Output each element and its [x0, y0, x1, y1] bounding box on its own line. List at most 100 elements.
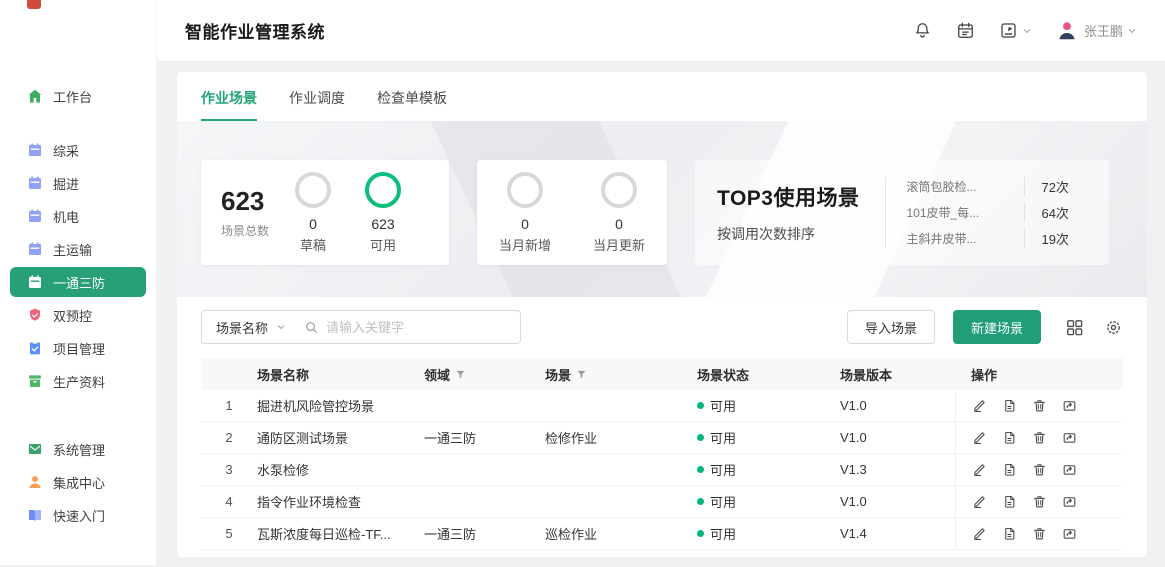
scene-status: 可用: [697, 428, 840, 447]
total-scenes-value: 623: [221, 186, 269, 217]
filter-funnel-icon[interactable]: [576, 369, 587, 380]
calendar-icon: [27, 142, 43, 158]
scene-name: 瓦斯浓度每日巡检-TF...: [257, 524, 424, 543]
status-dot: [697, 498, 704, 505]
edit-icon[interactable]: [972, 526, 987, 541]
mail-icon: [27, 441, 43, 457]
col-header-domain: 领域: [424, 365, 545, 384]
col-header-name: 场景名称: [257, 365, 424, 384]
top3-item-count: 19次: [1024, 229, 1076, 248]
scene-status: 可用: [697, 460, 840, 479]
tab-job-scheduling[interactable]: 作业调度: [289, 88, 345, 121]
notification-bell-icon[interactable]: [913, 21, 932, 40]
scene-type: 检修作业: [545, 428, 697, 447]
share-icon[interactable]: [1062, 462, 1077, 477]
search-bar: 场景名称: [201, 310, 521, 344]
calendar-icon: [27, 208, 43, 224]
main-area: 智能作业管理系统 张王鹏 作业场景 作业调: [157, 0, 1165, 565]
scene-version: V1.4: [840, 526, 955, 541]
sidebar-item-label: 工作台: [53, 87, 92, 106]
copy-icon[interactable]: [1002, 398, 1017, 413]
sidebar-item-label: 项目管理: [53, 339, 105, 358]
copy-icon[interactable]: [1002, 430, 1017, 445]
table-row[interactable]: 1 掘进机风险管控场景 可用 V1.0: [201, 390, 1123, 422]
sidebar: 工作台 综采 掘进 机电 主运输 一通三防 双预控 项目管理: [0, 0, 157, 565]
stat-draft: 0 草稿: [295, 172, 331, 254]
scene-table: 场景名称 领域 场景 场景状态 场景版本 操作: [201, 358, 1123, 550]
sidebar-item-production-data[interactable]: 生产资料: [10, 366, 146, 396]
copy-icon[interactable]: [1002, 494, 1017, 509]
sidebar-item-jidian[interactable]: 机电: [10, 201, 146, 231]
search-input[interactable]: [326, 320, 520, 335]
table-header-row: 场景名称 领域 场景 场景状态 场景版本 操作: [201, 358, 1123, 390]
table-row[interactable]: 4 指令作业环境检查 可用 V1.0: [201, 486, 1123, 518]
stat-card-totals: 623 场景总数 0 草稿 623: [201, 160, 449, 265]
copy-icon[interactable]: [1002, 462, 1017, 477]
search-field-select[interactable]: 场景名称: [202, 318, 296, 337]
edit-icon[interactable]: [972, 462, 987, 477]
filter-funnel-icon[interactable]: [455, 369, 466, 380]
manual-menu[interactable]: [999, 21, 1032, 40]
delete-icon[interactable]: [1032, 526, 1047, 541]
sidebar-item-shuangyukong[interactable]: 双预控: [10, 300, 146, 330]
sidebar-item-label: 集成中心: [53, 473, 105, 492]
sidebar-item-integration-center[interactable]: 集成中心: [10, 467, 146, 497]
table-row[interactable]: 3 水泵检修 可用 V1.3: [201, 454, 1123, 486]
sidebar-item-label: 一通三防: [53, 273, 105, 292]
copy-icon[interactable]: [1002, 526, 1017, 541]
delete-icon[interactable]: [1032, 398, 1047, 413]
top3-panel: TOP3使用场景 按调用次数排序 滚筒包胶检... 72次 101皮带_每...…: [695, 160, 1109, 265]
share-icon[interactable]: [1062, 526, 1077, 541]
delete-icon[interactable]: [1032, 430, 1047, 445]
scene-domain: 一通三防: [424, 428, 545, 447]
content-area: 作业场景 作业调度 检查单模板 623 场景总数 0: [157, 62, 1165, 567]
column-settings-gear-icon[interactable]: [1104, 318, 1123, 337]
card-view-icon[interactable]: [1065, 318, 1084, 337]
tab-job-scenes[interactable]: 作业场景: [201, 88, 257, 121]
sidebar-item-workbench[interactable]: 工作台: [10, 81, 146, 111]
list-item: 主斜井皮带... 19次: [906, 229, 1076, 248]
import-scene-button[interactable]: 导入场景: [847, 310, 935, 344]
sidebar-item-label: 综采: [53, 141, 79, 160]
status-dot: [697, 466, 704, 473]
sidebar-item-label: 生产资料: [53, 372, 105, 391]
sidebar-item-quick-start[interactable]: 快速入门: [10, 500, 146, 530]
calendar-icon: [27, 175, 43, 191]
stat-label: 当月新增: [499, 235, 551, 254]
top3-title: TOP3使用场景: [717, 182, 859, 212]
search-field-label: 场景名称: [216, 318, 268, 337]
sidebar-item-project-mgmt[interactable]: 项目管理: [10, 333, 146, 363]
row-index: 5: [201, 526, 257, 541]
list-item: 101皮带_每... 64次: [906, 203, 1076, 222]
sidebar-item-zongcai[interactable]: 综采: [10, 135, 146, 165]
edit-icon[interactable]: [972, 430, 987, 445]
tab-checklist-template[interactable]: 检查单模板: [377, 88, 447, 121]
delete-icon[interactable]: [1032, 462, 1047, 477]
share-icon[interactable]: [1062, 430, 1077, 445]
share-icon[interactable]: [1062, 494, 1077, 509]
scene-status: 可用: [697, 396, 840, 415]
top3-list: 滚筒包胶检... 72次 101皮带_每... 64次 主斜井皮带... 19次: [885, 177, 1076, 248]
calendar-icon: [27, 241, 43, 257]
scene-name: 指令作业环境检查: [257, 492, 424, 511]
edit-icon[interactable]: [972, 398, 987, 413]
stat-label: 草稿: [300, 235, 326, 254]
sidebar-item-system-mgmt[interactable]: 系统管理: [10, 434, 146, 464]
sidebar-item-yitongsanfang[interactable]: 一通三防: [10, 267, 146, 297]
user-menu[interactable]: 张王鹏: [1056, 20, 1137, 42]
user-name: 张王鹏: [1084, 21, 1123, 40]
sidebar-item-zhuyunshu[interactable]: 主运输: [10, 234, 146, 264]
create-scene-button[interactable]: 新建场景: [953, 310, 1041, 344]
row-index: 3: [201, 462, 257, 477]
calendar-icon[interactable]: [956, 21, 975, 40]
status-dot: [697, 402, 704, 409]
table-row[interactable]: 2 通防区测试场景 一通三防 检修作业 可用 V1.0: [201, 422, 1123, 454]
row-index: 4: [201, 494, 257, 509]
edit-icon[interactable]: [972, 494, 987, 509]
share-icon[interactable]: [1062, 398, 1077, 413]
sidebar-item-juejin[interactable]: 掘进: [10, 168, 146, 198]
table-row[interactable]: 5 瓦斯浓度每日巡检-TF... 一通三防 巡检作业 可用 V1.4: [201, 518, 1123, 550]
delete-icon[interactable]: [1032, 494, 1047, 509]
clipboard-icon: [27, 340, 43, 356]
page-title: 智能作业管理系统: [185, 18, 325, 43]
